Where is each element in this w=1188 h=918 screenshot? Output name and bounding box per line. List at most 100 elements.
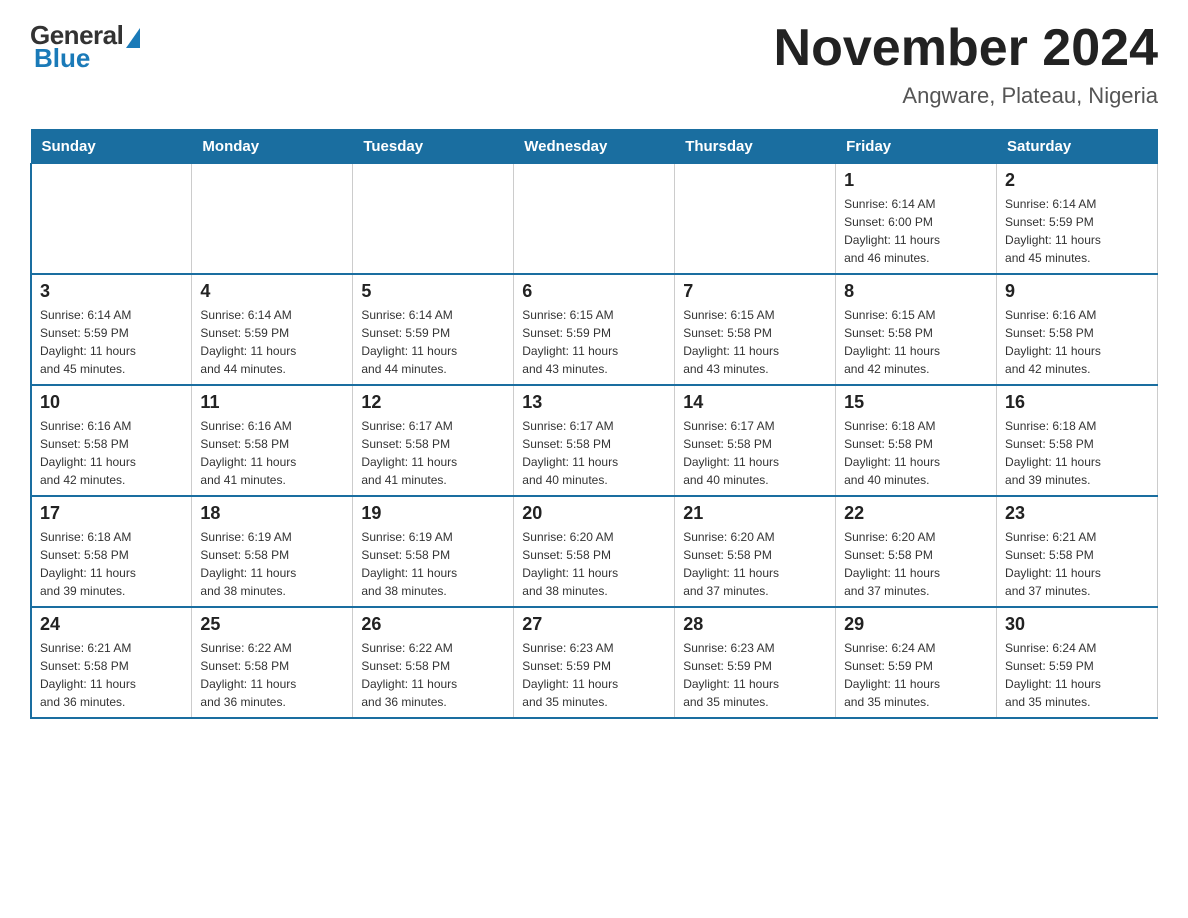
day-number: 11	[200, 392, 344, 413]
calendar-day-cell: 21Sunrise: 6:20 AMSunset: 5:58 PMDayligh…	[675, 496, 836, 607]
day-number: 1	[844, 170, 988, 191]
day-info: Sunrise: 6:14 AMSunset: 5:59 PMDaylight:…	[1005, 195, 1149, 267]
calendar-week-row: 10 Sunrise: 6:16 AMSunset: 5:58 PMDayligh…	[31, 385, 1158, 496]
day-info: Sunrise: 6:19 AMSunset: 5:58 PMDaylight:…	[200, 528, 344, 600]
calendar-day-cell: 8 Sunrise: 6:15 AMSunset: 5:58 PMDaylight…	[836, 274, 997, 385]
day-number: 23	[1005, 503, 1149, 524]
day-number: 5	[361, 281, 505, 302]
day-number: 14	[683, 392, 827, 413]
day-info: Sunrise: 6:16 AMSunset: 5:58 PMDaylight:…	[40, 417, 183, 489]
day-number: 15	[844, 392, 988, 413]
day-number: 28	[683, 614, 827, 635]
day-info: Sunrise: 6:18 AMSunset: 5:58 PMDaylight:…	[844, 417, 988, 489]
header-sunday: Sunday	[31, 130, 192, 164]
calendar-day-cell: 27 Sunrise: 6:23 AMSunset: 5:59 PMDayligh…	[514, 607, 675, 718]
day-number: 27	[522, 614, 666, 635]
day-number: 18	[200, 503, 344, 524]
calendar-day-cell: 28Sunrise: 6:23 AMSunset: 5:59 PMDayligh…	[675, 607, 836, 718]
day-number: 6	[522, 281, 666, 302]
day-number: 9	[1005, 281, 1149, 302]
day-number: 25	[200, 614, 344, 635]
calendar-day-cell: 12 Sunrise: 6:17 AMSunset: 5:58 PMDayligh…	[353, 385, 514, 496]
day-info: Sunrise: 6:24 AMSunset: 5:59 PMDaylight:…	[1005, 639, 1149, 711]
calendar-subtitle: Angware, Plateau, Nigeria	[774, 83, 1158, 109]
day-info: Sunrise: 6:14 AMSunset: 6:00 PMDaylight:…	[844, 195, 988, 267]
day-number: 26	[361, 614, 505, 635]
header-wednesday: Wednesday	[514, 130, 675, 164]
day-info: Sunrise: 6:19 AMSunset: 5:58 PMDaylight:…	[361, 528, 505, 600]
calendar-day-cell	[192, 164, 353, 275]
day-number: 8	[844, 281, 988, 302]
day-info: Sunrise: 6:23 AMSunset: 5:59 PMDaylight:…	[522, 639, 666, 711]
calendar-day-cell: 2 Sunrise: 6:14 AMSunset: 5:59 PMDaylight…	[997, 164, 1158, 275]
day-number: 7	[683, 281, 827, 302]
day-info: Sunrise: 6:18 AMSunset: 5:58 PMDaylight:…	[1005, 417, 1149, 489]
header-thursday: Thursday	[675, 130, 836, 164]
day-info: Sunrise: 6:21 AMSunset: 5:58 PMDaylight:…	[40, 639, 183, 711]
calendar-day-cell: 4 Sunrise: 6:14 AMSunset: 5:59 PMDaylight…	[192, 274, 353, 385]
calendar-week-row: 17Sunrise: 6:18 AMSunset: 5:58 PMDayligh…	[31, 496, 1158, 607]
calendar-day-cell: 10 Sunrise: 6:16 AMSunset: 5:58 PMDayligh…	[31, 385, 192, 496]
day-number: 19	[361, 503, 505, 524]
day-info: Sunrise: 6:20 AMSunset: 5:58 PMDaylight:…	[683, 528, 827, 600]
logo: General Blue	[30, 20, 140, 74]
day-number: 20	[522, 503, 666, 524]
calendar-day-cell: 9Sunrise: 6:16 AMSunset: 5:58 PMDaylight…	[997, 274, 1158, 385]
day-info: Sunrise: 6:15 AMSunset: 5:59 PMDaylight:…	[522, 306, 666, 378]
calendar-day-cell: 24 Sunrise: 6:21 AMSunset: 5:58 PMDayligh…	[31, 607, 192, 718]
calendar-day-cell: 17Sunrise: 6:18 AMSunset: 5:58 PMDayligh…	[31, 496, 192, 607]
calendar-day-cell: 29Sunrise: 6:24 AMSunset: 5:59 PMDayligh…	[836, 607, 997, 718]
calendar-week-row: 1 Sunrise: 6:14 AMSunset: 6:00 PMDaylight…	[31, 164, 1158, 275]
calendar-day-cell: 1 Sunrise: 6:14 AMSunset: 6:00 PMDaylight…	[836, 164, 997, 275]
header-saturday: Saturday	[997, 130, 1158, 164]
day-info: Sunrise: 6:15 AMSunset: 5:58 PMDaylight:…	[844, 306, 988, 378]
day-info: Sunrise: 6:14 AMSunset: 5:59 PMDaylight:…	[200, 306, 344, 378]
header-tuesday: Tuesday	[353, 130, 514, 164]
day-number: 10	[40, 392, 183, 413]
calendar-day-cell: 14Sunrise: 6:17 AMSunset: 5:58 PMDayligh…	[675, 385, 836, 496]
calendar-day-cell: 18 Sunrise: 6:19 AMSunset: 5:58 PMDayligh…	[192, 496, 353, 607]
day-info: Sunrise: 6:15 AMSunset: 5:58 PMDaylight:…	[683, 306, 827, 378]
header-friday: Friday	[836, 130, 997, 164]
calendar-day-cell: 30 Sunrise: 6:24 AMSunset: 5:59 PMDayligh…	[997, 607, 1158, 718]
calendar-day-cell: 22Sunrise: 6:20 AMSunset: 5:58 PMDayligh…	[836, 496, 997, 607]
day-number: 3	[40, 281, 183, 302]
calendar-day-cell	[353, 164, 514, 275]
day-info: Sunrise: 6:14 AMSunset: 5:59 PMDaylight:…	[361, 306, 505, 378]
day-info: Sunrise: 6:17 AMSunset: 5:58 PMDaylight:…	[361, 417, 505, 489]
day-number: 16	[1005, 392, 1149, 413]
day-info: Sunrise: 6:16 AMSunset: 5:58 PMDaylight:…	[200, 417, 344, 489]
calendar-day-cell: 3 Sunrise: 6:14 AMSunset: 5:59 PMDaylight…	[31, 274, 192, 385]
day-number: 4	[200, 281, 344, 302]
day-number: 12	[361, 392, 505, 413]
header-monday: Monday	[192, 130, 353, 164]
calendar-day-cell: 13Sunrise: 6:17 AMSunset: 5:58 PMDayligh…	[514, 385, 675, 496]
calendar-body: 1 Sunrise: 6:14 AMSunset: 6:00 PMDaylight…	[31, 164, 1158, 719]
calendar-day-cell: 23 Sunrise: 6:21 AMSunset: 5:58 PMDayligh…	[997, 496, 1158, 607]
day-info: Sunrise: 6:22 AMSunset: 5:58 PMDaylight:…	[361, 639, 505, 711]
day-number: 30	[1005, 614, 1149, 635]
day-info: Sunrise: 6:22 AMSunset: 5:58 PMDaylight:…	[200, 639, 344, 711]
day-number: 13	[522, 392, 666, 413]
calendar-day-cell	[514, 164, 675, 275]
day-number: 29	[844, 614, 988, 635]
logo-triangle-icon	[126, 28, 140, 48]
calendar-day-cell: 15 Sunrise: 6:18 AMSunset: 5:58 PMDayligh…	[836, 385, 997, 496]
calendar-day-cell: 6 Sunrise: 6:15 AMSunset: 5:59 PMDaylight…	[514, 274, 675, 385]
page-header: General Blue November 2024 Angware, Plat…	[30, 20, 1158, 109]
calendar-week-row: 24 Sunrise: 6:21 AMSunset: 5:58 PMDayligh…	[31, 607, 1158, 718]
calendar-header: Sunday Monday Tuesday Wednesday Thursday…	[31, 130, 1158, 164]
day-header-row: Sunday Monday Tuesday Wednesday Thursday…	[31, 130, 1158, 164]
day-info: Sunrise: 6:21 AMSunset: 5:58 PMDaylight:…	[1005, 528, 1149, 600]
day-info: Sunrise: 6:18 AMSunset: 5:58 PMDaylight:…	[40, 528, 183, 600]
day-number: 24	[40, 614, 183, 635]
logo-blue-text: Blue	[34, 43, 90, 74]
day-number: 2	[1005, 170, 1149, 191]
title-section: November 2024 Angware, Plateau, Nigeria	[774, 20, 1158, 109]
calendar-day-cell: 25 Sunrise: 6:22 AMSunset: 5:58 PMDayligh…	[192, 607, 353, 718]
calendar-table: Sunday Monday Tuesday Wednesday Thursday…	[30, 129, 1158, 719]
day-info: Sunrise: 6:20 AMSunset: 5:58 PMDaylight:…	[522, 528, 666, 600]
day-info: Sunrise: 6:14 AMSunset: 5:59 PMDaylight:…	[40, 306, 183, 378]
day-number: 22	[844, 503, 988, 524]
calendar-day-cell: 26 Sunrise: 6:22 AMSunset: 5:58 PMDayligh…	[353, 607, 514, 718]
